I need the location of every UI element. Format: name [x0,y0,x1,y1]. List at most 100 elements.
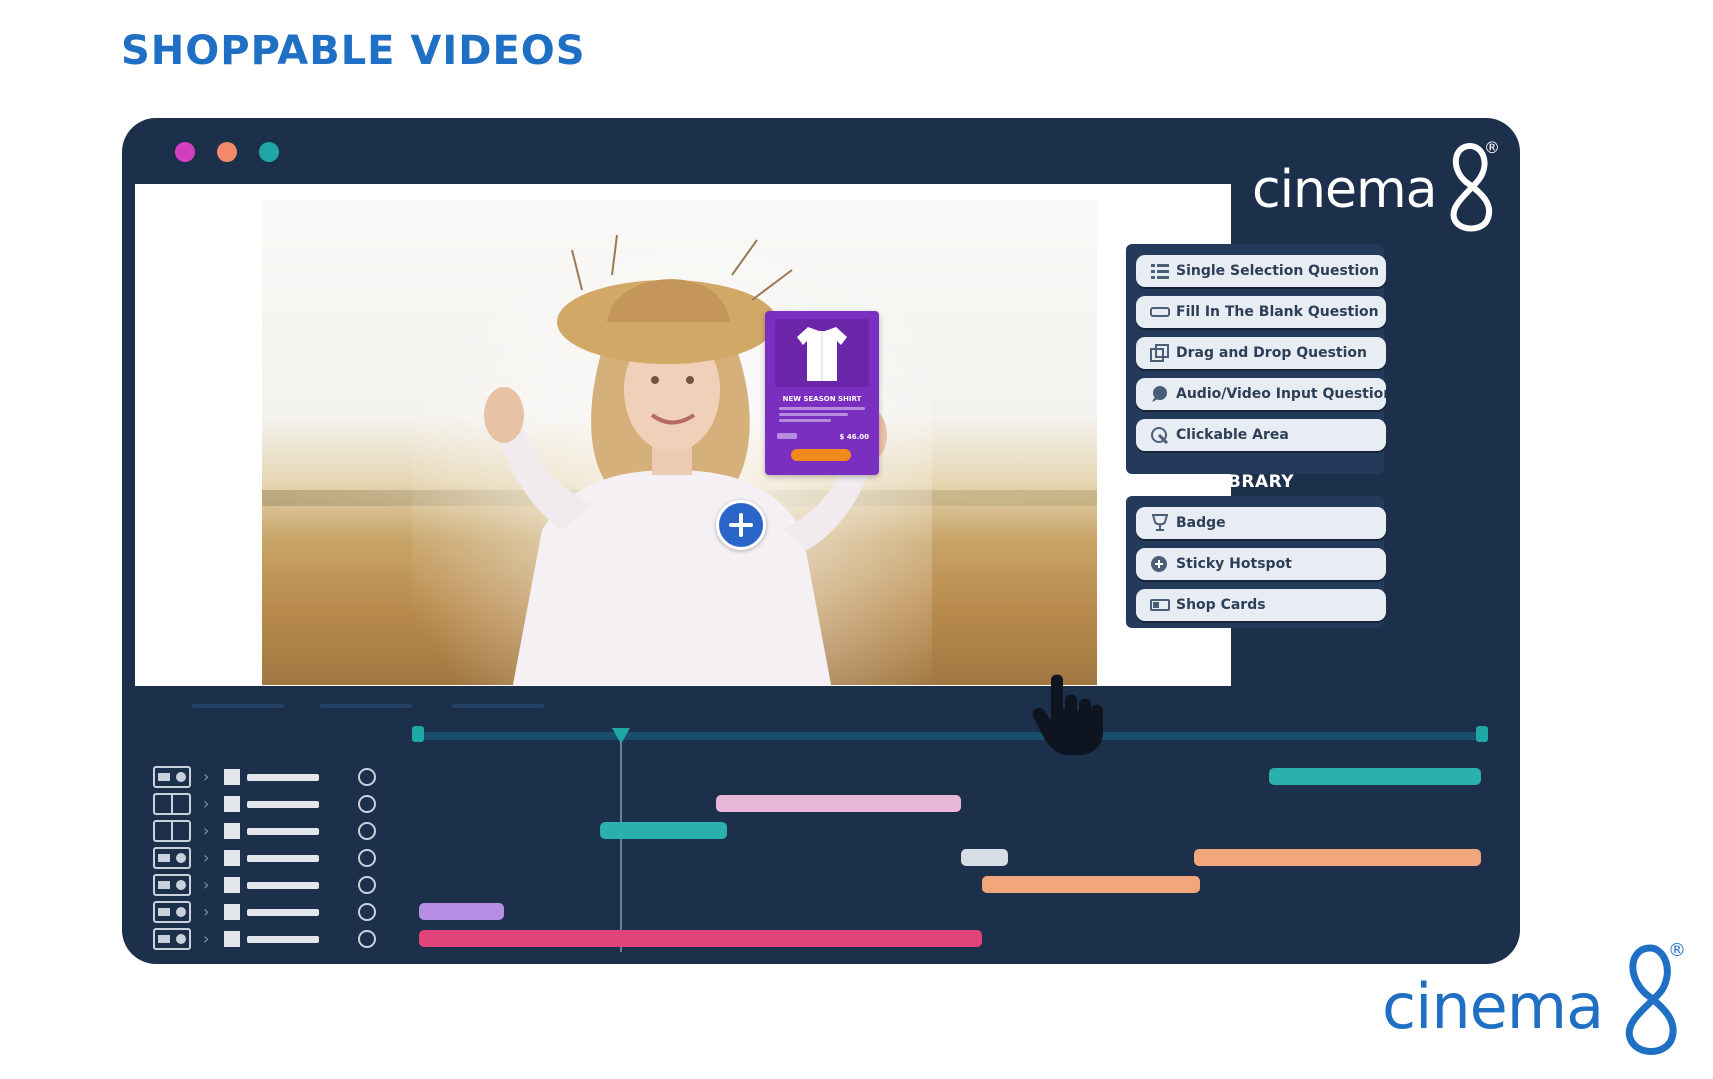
chevron-right-icon[interactable]: › [203,847,209,869]
layer-thumbnail [224,850,240,866]
close-dot[interactable] [175,142,195,162]
layer-thumbnail [224,769,240,785]
scrubber-end-handle[interactable] [1476,726,1488,742]
widget-label: Sticky Hotspot [1176,556,1292,572]
widget-badge[interactable]: Badge [1136,507,1386,539]
hand-cursor-icon [1032,674,1103,755]
element-label: Audio/Video Input Question [1176,386,1386,402]
timeline-clip[interactable] [599,822,727,839]
layer-thumbnail [224,796,240,812]
layer-row[interactable]: › [153,901,376,923]
widget-label: Badge [1176,515,1226,531]
widget-sticky-hotspot[interactable]: Sticky Hotspot [1136,548,1386,580]
app-window: cinema ® NEW SEASON SHIRT $ 46.00 ELEMEN… [122,118,1520,964]
shop-card-title: NEW SEASON SHIRT [782,395,862,403]
timeline-tab-3[interactable] [452,704,544,708]
trophy-icon [1150,514,1170,532]
widget-label: Shop Cards [1176,597,1266,613]
playhead-line [619,742,622,952]
minimize-dot[interactable] [217,142,237,162]
editor-canvas[interactable] [135,184,1231,686]
timeline-scrubber[interactable] [419,732,1481,740]
plus-circle-icon [1150,555,1170,573]
chevron-right-icon[interactable]: › [203,766,209,788]
layer-row[interactable]: › [153,766,376,788]
media-layer-icon [153,901,191,923]
elements-heading: ELEMENTS [1124,220,1229,240]
layer-visibility-toggle[interactable] [358,849,376,867]
layer-name-placeholder [247,936,319,943]
chat-bubble-icon [1150,385,1170,403]
layer-row[interactable]: › [153,820,376,842]
timeline-tab-2[interactable] [320,704,412,708]
layer-visibility-toggle[interactable] [358,930,376,948]
footer-logo-wordmark: cinema [1382,970,1604,1043]
list-icon [1150,262,1170,280]
layer-thumbnail [224,823,240,839]
layer-row[interactable]: › [153,847,376,869]
timeline-clip[interactable] [981,876,1200,893]
maximize-dot[interactable] [259,142,279,162]
element-label: Fill In The Blank Question [1176,304,1379,320]
timeline-clip[interactable] [419,903,504,920]
split-layer-icon [153,793,191,815]
element-fill-in-the-blank-question[interactable]: Fill In The Blank Question [1136,296,1386,328]
layer-name-placeholder [247,801,319,808]
scrubber-start-handle[interactable] [412,726,424,742]
layer-row[interactable]: › [153,928,376,950]
shop-card-price: $ 46.00 [839,433,869,441]
timeline-clip[interactable] [960,849,1009,866]
cursor-click-icon [1150,426,1170,445]
shop-card-description [779,407,865,425]
footer-logo: cinema ® [1382,940,1702,1070]
chevron-right-icon[interactable]: › [203,928,209,950]
timeline-clip[interactable] [419,930,982,947]
chevron-right-icon[interactable]: › [203,874,209,896]
layer-thumbnail [224,931,240,947]
element-audio-video-input-question[interactable]: Audio/Video Input Question [1136,378,1386,410]
layer-visibility-toggle[interactable] [358,768,376,786]
media-layer-icon [153,766,191,788]
quantity-field[interactable] [777,433,797,439]
layer-visibility-toggle[interactable] [358,903,376,921]
layer-visibility-toggle[interactable] [358,876,376,894]
chevron-right-icon[interactable]: › [203,901,209,923]
layer-name-placeholder [247,882,319,889]
layer-row[interactable]: › [153,793,376,815]
registered-mark: ® [1484,138,1500,157]
shirt-icon [797,327,847,381]
layer-visibility-toggle[interactable] [358,795,376,813]
element-single-selection-question[interactable]: Single Selection Question [1136,255,1386,287]
plus-icon[interactable] [716,500,766,550]
timeline-clip[interactable] [1268,768,1481,785]
drag-drop-icon [1150,344,1170,362]
layer-row[interactable]: › [153,874,376,896]
layer-thumbnail [224,877,240,893]
layer-visibility-toggle[interactable] [358,822,376,840]
layer-name-placeholder [247,774,319,781]
shop-card-widget[interactable]: NEW SEASON SHIRT $ 46.00 [765,311,879,475]
chevron-right-icon[interactable]: › [203,793,209,815]
widget-library-heading: WIDGET LIBRARY [1124,472,1295,492]
product-image [775,319,869,387]
timeline-clip[interactable] [716,795,961,812]
element-label: Single Selection Question [1176,263,1379,279]
element-clickable-area[interactable]: Clickable Area [1136,419,1386,451]
timeline-tab-1[interactable] [192,704,284,708]
card-icon [1150,596,1170,614]
logo-wordmark: cinema [1252,160,1438,220]
split-layer-icon [153,820,191,842]
element-drag-and-drop-question[interactable]: Drag and Drop Question [1136,337,1386,369]
media-layer-icon [153,847,191,869]
chevron-right-icon[interactable]: › [203,820,209,842]
app-logo: cinema ® [1252,138,1507,238]
media-layer-icon [153,874,191,896]
layer-name-placeholder [247,828,319,835]
element-label: Clickable Area [1176,427,1289,443]
add-to-cart-button[interactable] [791,449,851,461]
widget-shop-cards[interactable]: Shop Cards [1136,589,1386,621]
footer-registered-mark: ® [1668,940,1686,961]
video-preview[interactable] [262,200,1097,685]
timeline-clip[interactable] [1194,849,1481,866]
layer-name-placeholder [247,855,319,862]
